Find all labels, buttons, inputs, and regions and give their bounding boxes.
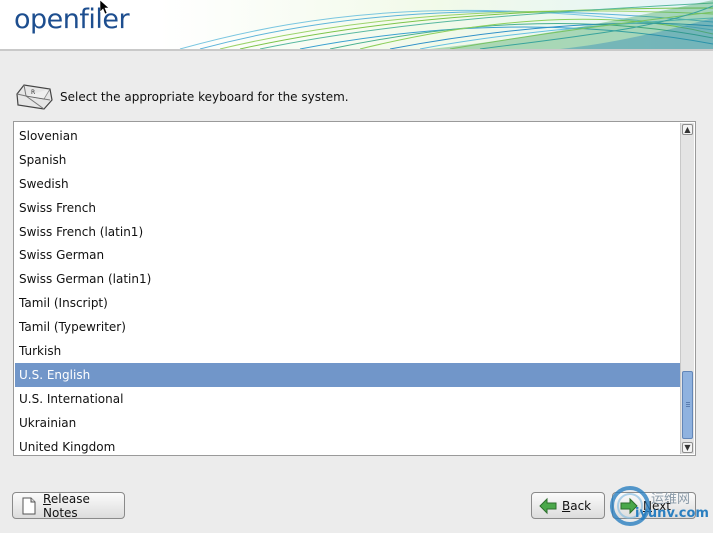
prompt-text: Select the appropriate keyboard for the … [60, 90, 349, 104]
keyboard-listbox[interactable]: Slovenian Spanish Swedish Swiss French Swiss… [13, 121, 696, 456]
list-item[interactable]: Turkish [15, 339, 680, 363]
next-label: Next [643, 498, 671, 513]
next-arrow-icon [620, 497, 638, 514]
release-notes-button[interactable]: Release Notes [12, 491, 125, 520]
scroll-down-icon[interactable]: ▼ [682, 442, 693, 453]
list-item[interactable]: United Kingdom [15, 435, 680, 454]
list-item[interactable]: Tamil (Typewriter) [15, 315, 680, 339]
list-item[interactable]: U.S. International [15, 387, 680, 411]
list-item[interactable]: Tamil (Inscript) [15, 291, 680, 315]
grip-line [686, 402, 690, 403]
grip-line [686, 406, 690, 407]
back-label: Back [562, 498, 592, 513]
header-divider [0, 49, 713, 51]
svg-text:R: R [31, 89, 35, 96]
mouse-pointer-icon [100, 0, 110, 14]
grip-line [686, 404, 690, 405]
list-item[interactable]: Spanish [15, 148, 680, 172]
next-button[interactable]: Next [612, 492, 696, 519]
back-button[interactable]: Back [531, 492, 605, 519]
list-item[interactable]: Swiss French [15, 196, 680, 220]
list-item[interactable]: Ukrainian [15, 411, 680, 435]
list-scrollbar[interactable]: ▲ ▼ [680, 123, 694, 454]
openfiler-logo: openfiler [14, 4, 130, 35]
scrollbar-thumb[interactable] [682, 371, 693, 439]
scroll-up-icon[interactable]: ▲ [682, 124, 693, 135]
list-item[interactable]: Swedish [15, 172, 680, 196]
document-icon [22, 497, 36, 514]
list-item[interactable]: Swiss German [15, 243, 680, 267]
keyboard-list[interactable]: Slovenian Spanish Swedish Swiss French Swiss… [15, 123, 680, 454]
keyboard-prompt: R Select the appropriate keyboard for th… [14, 80, 704, 114]
release-notes-label: Release Notes [43, 491, 90, 520]
list-item[interactable]: Slovenian [15, 124, 680, 148]
list-item-selected[interactable]: U.S. English [15, 362, 680, 387]
list-item[interactable]: Swiss French (latin1) [15, 220, 680, 244]
list-item[interactable]: Swiss German (latin1) [15, 267, 680, 291]
back-arrow-icon [539, 497, 557, 514]
keyboard-key-icon: R [16, 84, 53, 110]
